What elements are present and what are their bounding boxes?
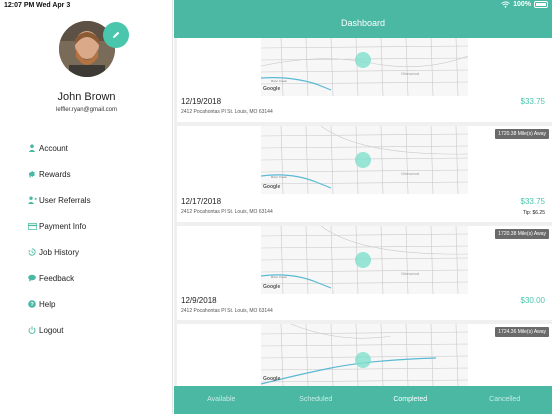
tab-cancelled[interactable]: Cancelled [458, 386, 552, 414]
user-plus-icon [27, 196, 37, 204]
chat-bubble-icon [27, 274, 37, 282]
sidebar-item-account[interactable]: Account [27, 135, 91, 161]
sidebar-menu: Account Rewards User Referrals Payment I… [27, 135, 91, 343]
map-street-label: River Creek [271, 175, 287, 179]
sidebar-item-rewards[interactable]: Rewards [27, 161, 91, 187]
status-right: 100% [501, 1, 548, 8]
job-card[interactable]: Glenwood River Creek Google 1720.38 Mile… [177, 226, 552, 320]
map-neighborhood-label: Glenwood [401, 271, 419, 276]
sidebar-item-label: Feedback [39, 273, 75, 283]
power-icon [27, 326, 37, 334]
sidebar-item-label: Logout [39, 325, 64, 335]
sidebar-item-job-history[interactable]: Job History [27, 239, 91, 265]
job-date: 12/19/2018 [181, 97, 222, 106]
app-screen: John Brown leffler.ryan@gmail.com Accoun… [0, 0, 552, 414]
distance-badge: 1720.38 Mile(s) Away [495, 129, 549, 139]
edit-profile-button[interactable] [103, 22, 129, 48]
job-address: 2412 Pocahontas Pl St. Louis, MO 63144 [181, 109, 273, 115]
google-logo: Google [263, 376, 281, 382]
battery-icon [534, 1, 548, 8]
bottom-tab-bar: Available Scheduled Completed Cancelled [174, 386, 552, 414]
tab-available[interactable]: Available [174, 386, 269, 414]
battery-percent: 100% [513, 1, 531, 8]
sidebar-item-label: User Referrals [39, 195, 91, 205]
job-tip: Tip: $6.25 [522, 210, 545, 216]
map-street-label: River Creek [271, 275, 287, 279]
job-date: 12/9/2018 [181, 296, 217, 305]
job-address: 2412 Pocahontas Pl St. Louis, MO 63144 [181, 209, 273, 215]
status-bar: 12:07 PM Wed Apr 3 100% [0, 0, 552, 12]
distance-badge: 1720.38 Mile(s) Away [495, 229, 549, 239]
history-icon [27, 248, 37, 256]
person-icon [27, 144, 37, 152]
user-email: leffler.ryan@gmail.com [55, 107, 117, 113]
megaphone-icon [27, 170, 37, 178]
job-map: Glenwood River Creek Google [261, 226, 468, 294]
sidebar-item-logout[interactable]: Logout [27, 317, 91, 343]
question-icon: ? [27, 300, 37, 308]
sidebar: John Brown leffler.ryan@gmail.com Accoun… [0, 0, 173, 414]
job-card[interactable]: Google 1724.36 Mile(s) Away [177, 324, 552, 386]
job-amount: $33.75 [520, 197, 545, 206]
map-street-label: River Creek [271, 79, 287, 83]
page-title: Dashboard [340, 18, 386, 28]
map-neighborhood-label: Glenwood [401, 71, 419, 76]
sidebar-item-user-referrals[interactable]: User Referrals [27, 187, 91, 213]
credit-card-icon [27, 222, 37, 230]
sidebar-item-label: Payment Info [39, 221, 87, 231]
job-card[interactable]: Glenwood River Creek Google 12/19/2018 2… [177, 38, 552, 122]
job-address: 2412 Pocahontas Pl St. Louis, MO 63144 [181, 308, 273, 314]
job-map: Glenwood River Creek Google [261, 126, 468, 194]
sidebar-item-feedback[interactable]: Feedback [27, 265, 91, 291]
sidebar-item-label: Job History [39, 247, 80, 257]
sidebar-item-label: Help [39, 299, 56, 309]
job-map: Glenwood River Creek Google [261, 38, 468, 96]
wifi-icon [501, 1, 510, 8]
pencil-icon [113, 31, 120, 38]
google-logo: Google [263, 86, 281, 92]
tab-scheduled[interactable]: Scheduled [269, 386, 364, 414]
sidebar-item-label: Rewards [39, 169, 71, 179]
job-amount: $33.75 [520, 97, 545, 106]
tab-completed[interactable]: Completed [363, 386, 458, 414]
status-date: Wed Apr 3 [36, 2, 71, 9]
map-neighborhood-label: Glenwood [401, 171, 419, 176]
job-amount: $30.00 [520, 296, 545, 305]
job-card[interactable]: Glenwood River Creek Google 1720.38 Mile… [177, 126, 552, 222]
dashboard-main: Dashboard Glenwood River Creek Google 12… [174, 0, 552, 414]
job-map: Google [261, 324, 468, 386]
sidebar-item-help[interactable]: ? Help [27, 291, 91, 317]
sidebar-item-label: Account [39, 143, 68, 153]
sidebar-item-payment-info[interactable]: Payment Info [27, 213, 91, 239]
google-logo: Google [263, 284, 281, 290]
distance-badge: 1724.36 Mile(s) Away [495, 327, 549, 337]
status-time: 12:07 PM [4, 2, 35, 9]
user-name: John Brown [57, 91, 116, 103]
job-date: 12/17/2018 [181, 197, 222, 206]
google-logo: Google [263, 184, 281, 190]
